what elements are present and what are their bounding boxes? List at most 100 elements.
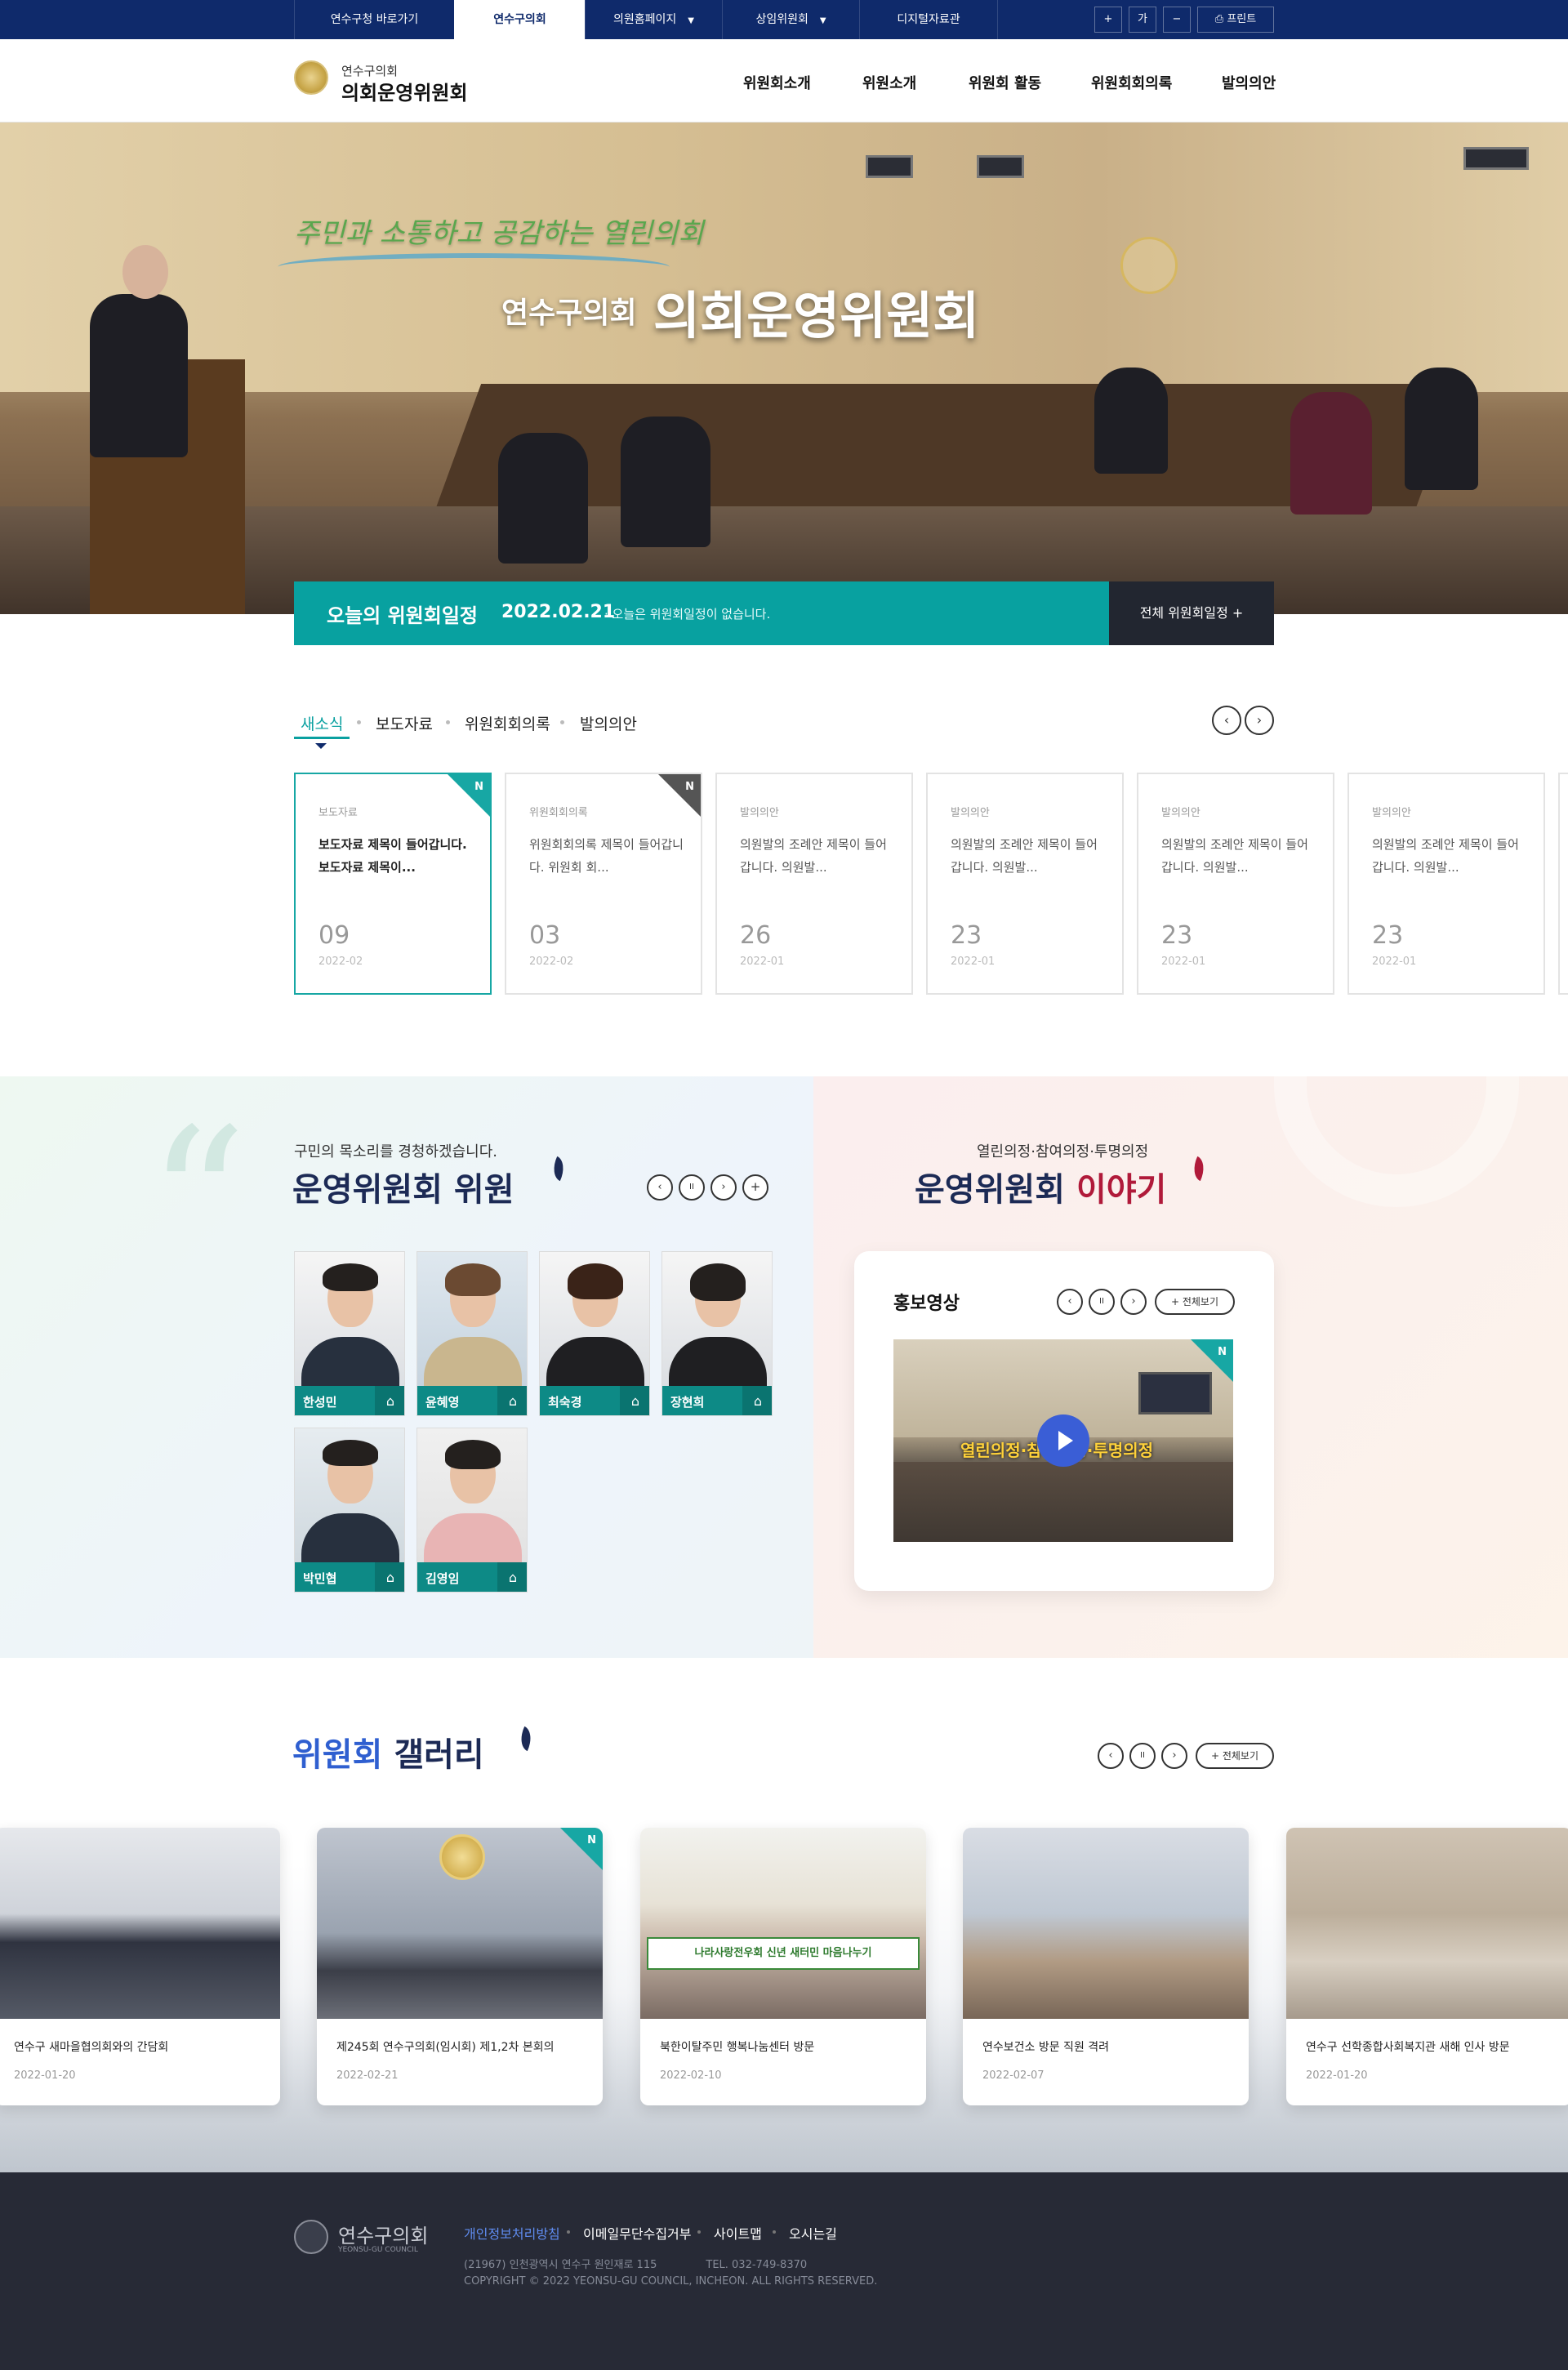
footer-logo-en: YEONSU-GU COUNCIL (338, 2246, 418, 2254)
news-card[interactable]: 발의의안 의원발의 조례안 제목이 들어갑니다. 의원발... 26 2022-… (715, 773, 913, 995)
members-prev-button[interactable]: ‹ (647, 1174, 673, 1201)
footer-link-sitemap[interactable]: 사이트맵 (714, 2223, 762, 2243)
card-day: 26 (740, 921, 772, 950)
home-icon[interactable]: ⌂ (497, 1386, 527, 1415)
video-card-title: 홍보영상 (893, 1294, 960, 1314)
gallery-card[interactable]: N 제245회 연수구의회(임시회) 제1,2차 본회의 2022-02-21 (317, 1828, 603, 2105)
member-name: 장현희 (670, 1395, 705, 1410)
news-prev-button[interactable]: ‹ (1212, 706, 1241, 735)
news-card[interactable]: 발의의안 의원발의 조례안 제목이 들어갑니다. 의원발... 23 2022-… (1348, 773, 1545, 995)
font-label-button[interactable]: 가 (1129, 7, 1156, 33)
gallery-card[interactable]: 연수구 새마을협의회와의 간담회 2022-01-20 (0, 1828, 280, 2105)
video-next-button[interactable]: › (1120, 1289, 1147, 1315)
nav-member-intro[interactable]: 위원소개 (862, 72, 916, 93)
card-month: 2022-02 (529, 956, 574, 968)
member-card[interactable]: 박민협 ⌂ (294, 1428, 405, 1593)
hero-swoosh (278, 253, 670, 281)
member-card[interactable]: 장현희 ⌂ (662, 1251, 773, 1416)
home-icon[interactable]: ⌂ (497, 1562, 527, 1592)
video-prev-button[interactable]: ‹ (1057, 1289, 1083, 1315)
footer-link-email[interactable]: 이메일무단수집거부 (583, 2223, 691, 2243)
nav-bills[interactable]: 발의의안 (1222, 72, 1276, 93)
footer-link-directions[interactable]: 오시는길 (789, 2223, 837, 2243)
home-icon[interactable]: ⌂ (742, 1386, 772, 1415)
hero-person (621, 417, 710, 547)
gallery-view-all-button[interactable]: + 전체보기 (1196, 1743, 1274, 1769)
member-photo (323, 1440, 378, 1466)
news-card[interactable]: N 위원회회의록 위원회회의록 제목이 들어갑니다. 위원회 회... 03 2… (505, 773, 702, 995)
tab-council[interactable]: 연수구의회 (454, 0, 585, 39)
tab-yeonsu-office[interactable]: 연수구청 바로가기 (294, 0, 454, 39)
play-icon[interactable] (1037, 1414, 1089, 1467)
new-badge (657, 774, 701, 817)
tab-news[interactable]: 새소식 (301, 712, 343, 734)
news-card[interactable]: N 보도자료 보도자료 제목이 들어갑니다. 보도자료 제목이... 09 20… (294, 773, 492, 995)
news-card[interactable]: 발의의안 의원발의 조례안 제목이 들어갑니다. 의원발... 23 2022-… (1137, 773, 1334, 995)
story-subtitle: 열린의정·참여의정·투명의정 (977, 1143, 1149, 1160)
footer-separator (697, 2230, 701, 2234)
all-schedule-button[interactable]: 전체 위원회일정 + (1109, 581, 1274, 645)
member-card[interactable]: 최숙경 ⌂ (539, 1251, 650, 1416)
member-photo (323, 1263, 378, 1291)
members-more-button[interactable]: + (742, 1174, 768, 1201)
council-seal-icon (294, 2220, 328, 2254)
gallery-item-title: 제245회 연수구의회(임시회) 제1,2차 본회의 (336, 2041, 555, 2054)
chevron-down-icon: ▼ (819, 16, 826, 25)
card-category: 발의의안 (1372, 807, 1411, 819)
member-card[interactable]: 윤혜영 ⌂ (416, 1251, 528, 1416)
gallery-next-button[interactable]: › (1161, 1743, 1187, 1769)
tab-member-homepage[interactable]: 의원홈페이지 ▼ (585, 0, 722, 39)
font-decrease-button[interactable]: − (1163, 7, 1191, 33)
video-pause-button[interactable]: II (1089, 1289, 1115, 1315)
gallery-card[interactable]: 연수구 선학종합사회복지관 새해 인사 방문 2022-01-20 (1286, 1828, 1568, 2105)
members-pause-button[interactable]: II (679, 1174, 705, 1201)
new-badge (447, 774, 490, 817)
footer-link-privacy[interactable]: 개인정보처리방침 (464, 2223, 560, 2243)
gallery-card[interactable]: 나라사랑전우회 신년 새터민 마음나누기 북한이탈주민 행복나눔센터 방문 20… (640, 1828, 926, 2105)
card-month: 2022-01 (1161, 956, 1206, 968)
tab-standing-committee[interactable]: 상임위원회 ▼ (722, 0, 859, 39)
gallery-item-title: 북한이탈주민 행복나눔센터 방문 (660, 2041, 815, 2054)
tab-digital-archive[interactable]: 디지털자료관 (859, 0, 998, 39)
logo-title[interactable]: 의회운영위원회 (341, 77, 468, 105)
card-title: 의원발의 조례안 제목이 들어갑니다. 의원발... (951, 837, 1098, 875)
home-icon[interactable]: ⌂ (620, 1386, 649, 1415)
gallery-card[interactable]: 연수보건소 방문 직원 격려 2022-02-07 (963, 1828, 1249, 2105)
members-next-button[interactable]: › (710, 1174, 737, 1201)
card-day: 23 (1161, 921, 1193, 950)
council-seal-icon[interactable] (294, 60, 328, 95)
tab-press-release[interactable]: 보도자료 (376, 712, 433, 734)
member-bar: 장현희 ⌂ (662, 1386, 772, 1415)
print-button[interactable]: ⎙ 프린트 (1197, 7, 1274, 33)
news-card[interactable]: 발의의안 의원발의 조례안 제목이 들어갑니다. 의원발... 23 2022-… (926, 773, 1124, 995)
news-next-button[interactable]: › (1245, 706, 1274, 735)
tab-minutes[interactable]: 위원회회의록 (465, 712, 550, 734)
hero-wall (0, 123, 1568, 392)
member-card[interactable]: 한성민 ⌂ (294, 1251, 405, 1416)
hero-person (1094, 368, 1168, 474)
font-increase-button[interactable]: + (1094, 7, 1122, 33)
home-icon[interactable]: ⌂ (375, 1562, 404, 1592)
gallery-item-title: 연수보건소 방문 직원 격려 (982, 2041, 1110, 2054)
gallery-title-a: 위원회 (292, 1736, 394, 1774)
gallery-prev-button[interactable]: ‹ (1098, 1743, 1124, 1769)
footer-logo: 연수구의회 (338, 2225, 429, 2247)
nav-committee-minutes[interactable]: 위원회회의록 (1091, 72, 1172, 93)
home-icon[interactable]: ⌂ (375, 1386, 404, 1415)
tab-separator (560, 720, 564, 724)
member-bar: 박민협 ⌂ (295, 1562, 404, 1592)
nav-committee-intro[interactable]: 위원회소개 (743, 72, 811, 93)
gallery-title: 위원회 갤러리 (292, 1728, 484, 1775)
video-desks (893, 1462, 1233, 1542)
nav-committee-activity[interactable]: 위원회 활동 (969, 72, 1041, 93)
tab-bills[interactable]: 발의의안 (580, 712, 637, 734)
members-title: 운영위원회 위원 (292, 1171, 514, 1209)
video-view-all-button[interactable]: + 전체보기 (1155, 1289, 1235, 1315)
gallery-pause-button[interactable]: II (1129, 1743, 1156, 1769)
tab-label: 상임위원회 (755, 13, 808, 26)
footer-separator (567, 2230, 570, 2234)
hero-title: 의회운영위원회 (653, 286, 980, 345)
member-card[interactable]: 김영임 ⌂ (416, 1428, 528, 1593)
member-bar: 최숙경 ⌂ (540, 1386, 649, 1415)
card-title: 보도자료 제목이 들어갑니다. 보도자료 제목이... (318, 837, 467, 875)
